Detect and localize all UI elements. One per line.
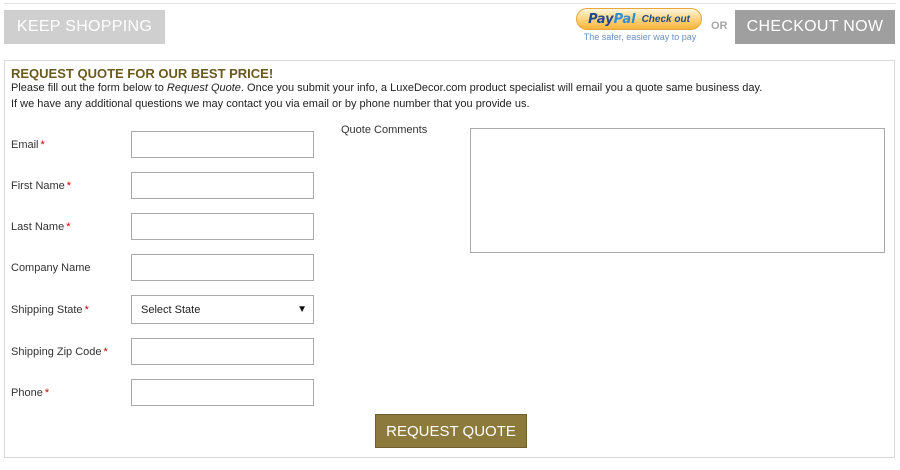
keep-shopping-button[interactable]: KEEP SHOPPING — [4, 10, 165, 44]
company-name-label: Company Name — [11, 262, 90, 274]
checkout-now-button[interactable]: CHECKOUT NOW — [735, 10, 895, 44]
paypal-tagline: The safer, easier way to pay — [583, 32, 697, 42]
first-name-label: First Name * — [11, 180, 71, 192]
shipping-zip-label-text: Shipping Zip Code — [11, 346, 102, 358]
last-name-label-text: Last Name — [11, 221, 65, 233]
shipping-zip-field[interactable] — [131, 338, 314, 365]
quote-comments-textarea[interactable] — [470, 128, 885, 253]
last-name-label: Last Name * — [11, 221, 70, 233]
shipping-state-label: Shipping State * — [11, 304, 89, 316]
required-marker: * — [84, 304, 89, 316]
last-name-field[interactable] — [131, 213, 314, 240]
or-separator: OR — [711, 20, 728, 32]
email-field[interactable] — [131, 131, 314, 158]
dropdown-arrow-icon: ▼ — [297, 304, 307, 315]
request-quote-button[interactable]: REQUEST QUOTE — [375, 414, 527, 448]
phone-label-text: Phone — [11, 387, 43, 399]
first-name-field[interactable] — [131, 172, 314, 199]
intro-emphasis: Request Quote — [166, 82, 241, 94]
quote-comments-label: Quote Comments — [341, 124, 428, 136]
company-name-label-text: Company Name — [11, 262, 91, 274]
required-marker: * — [66, 180, 72, 192]
required-marker: * — [66, 221, 71, 233]
quote-intro-line1: Please fill out the form below to Reques… — [11, 82, 762, 94]
quote-title: REQUEST QUOTE FOR OUR BEST PRICE! — [11, 66, 274, 81]
paypal-checkout-text: Check out — [641, 13, 690, 25]
shipping-state-select[interactable]: Select State ▼ — [131, 295, 314, 324]
company-name-field[interactable] — [131, 254, 314, 281]
intro-after: . Once you submit your info, a LuxeDecor… — [240, 82, 763, 94]
phone-label: Phone * — [11, 387, 49, 399]
required-marker: * — [44, 387, 50, 399]
top-divider — [4, 3, 896, 4]
required-marker: * — [40, 139, 45, 151]
email-label: Email * — [11, 139, 45, 151]
request-quote-panel: REQUEST QUOTE FOR OUR BEST PRICE! Please… — [4, 60, 895, 458]
phone-field[interactable] — [131, 379, 314, 406]
required-marker: * — [103, 346, 108, 358]
shipping-zip-label: Shipping Zip Code * — [11, 346, 108, 358]
paypal-pay-text: Pay — [588, 11, 614, 27]
shipping-state-label-text: Shipping State — [11, 304, 83, 316]
intro-before: Please fill out the form below to — [11, 82, 167, 94]
email-label-text: Email — [11, 139, 39, 151]
quote-intro-line2: If we have any additional questions we m… — [11, 98, 530, 110]
first-name-label-text: First Name — [11, 180, 65, 192]
paypal-pal-text: Pal — [613, 11, 636, 27]
paypal-checkout-button[interactable]: PayPal Check out The safer, easier way t… — [575, 8, 705, 44]
paypal-logo: PayPal Check out — [576, 8, 702, 30]
shipping-state-value: Select State — [141, 303, 201, 316]
